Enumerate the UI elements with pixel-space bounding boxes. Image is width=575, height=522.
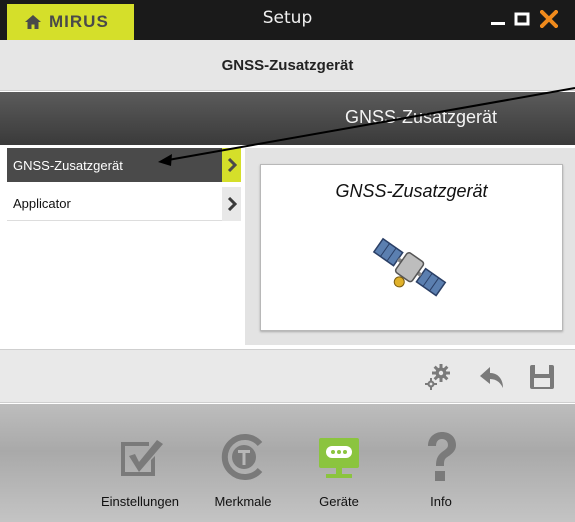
settings-button[interactable]: [423, 362, 453, 392]
section-header: GNSS-Zusatzgerät: [0, 92, 575, 145]
list-item-label: Applicator: [13, 196, 71, 211]
nav-geraete[interactable]: Geräte: [284, 428, 394, 509]
device-card-title: GNSS-Zusatzgerät: [335, 181, 488, 201]
checkbox-pencil-icon: [121, 440, 163, 476]
nav-einstellungen[interactable]: Einstellungen: [85, 428, 195, 509]
close-icon: [540, 10, 558, 28]
detail-panel: GNSS-Zusatzgerät: [245, 148, 575, 345]
nav-label: Info: [430, 494, 452, 509]
action-toolbar: [0, 349, 575, 403]
list-item-label: GNSS-Zusatzgerät: [13, 157, 123, 173]
section-title: GNSS-Zusatzgerät: [344, 107, 497, 127]
list-item-gnss[interactable]: GNSS-Zusatzgerät: [7, 148, 241, 182]
undo-button[interactable]: [477, 362, 507, 392]
features-t-icon: [221, 434, 263, 480]
settings-gears-icon: [425, 364, 450, 390]
device-monitor-icon: [319, 438, 359, 478]
minimize-icon: [491, 22, 505, 25]
satellite-icon: [372, 237, 447, 297]
undo-arrow-icon: [480, 367, 503, 388]
device-list: GNSS-Zusatzgerät Applicator: [7, 148, 241, 345]
nav-info[interactable]: Info: [386, 428, 496, 509]
bottom-navigation: Einstellungen Merkmale Geräte Info: [0, 404, 575, 522]
chevron-right-icon: [222, 187, 241, 221]
save-button[interactable]: [527, 362, 557, 392]
save-floppy-icon: [530, 365, 554, 389]
nav-label: Einstellungen: [100, 494, 180, 509]
device-card[interactable]: GNSS-Zusatzgerät: [260, 164, 563, 331]
minimize-button[interactable]: [489, 8, 507, 30]
list-item-applicator[interactable]: Applicator: [7, 187, 241, 221]
close-button[interactable]: [538, 8, 560, 30]
nav-label: Geräte: [319, 494, 359, 509]
breadcrumb-label: GNSS-Zusatzgerät: [221, 56, 354, 74]
nav-merkmale[interactable]: Merkmale: [188, 428, 298, 509]
nav-label: Merkmale: [214, 494, 272, 509]
title-bar: MIRUS Setup: [0, 0, 575, 40]
maximize-button[interactable]: [513, 8, 531, 30]
chevron-right-icon: [222, 148, 241, 182]
maximize-icon: [514, 12, 530, 26]
question-mark-icon: [428, 432, 456, 481]
breadcrumb: GNSS-Zusatzgerät: [0, 40, 575, 91]
